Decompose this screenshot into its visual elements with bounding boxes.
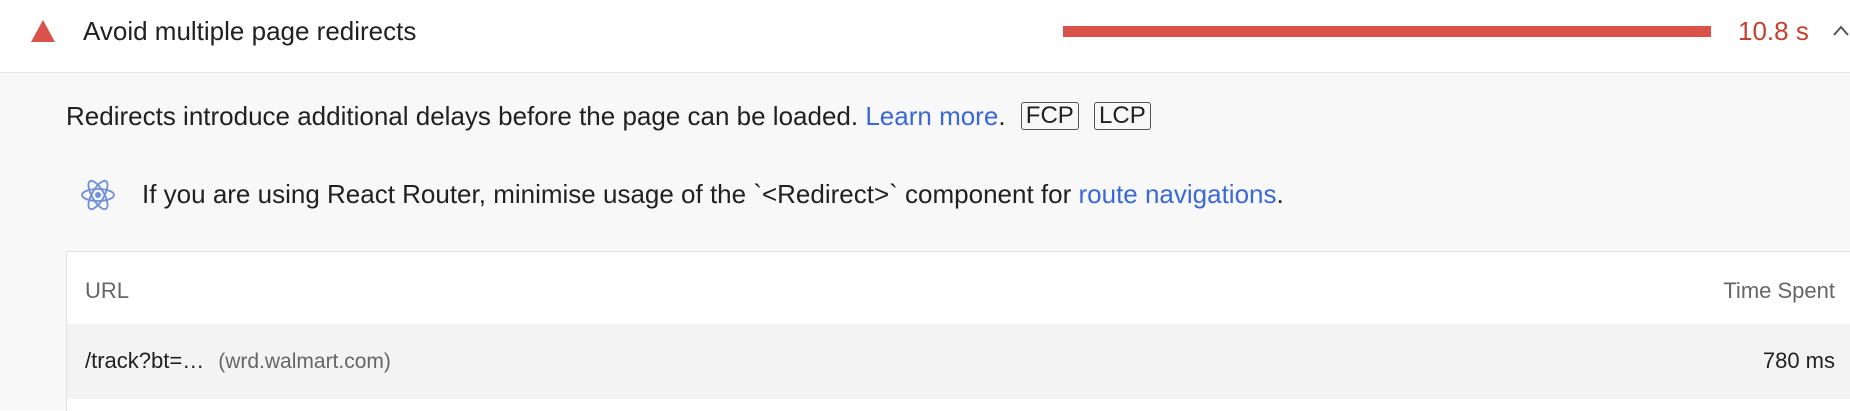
metric-tag-fcp: FCP <box>1020 102 1079 130</box>
column-header-url: URL <box>85 278 130 303</box>
metric-value: 10.8 s <box>1738 16 1809 46</box>
column-header-time-spent: Time Spent <box>1723 278 1835 303</box>
time-spent-cell: 780 ms <box>1762 348 1835 373</box>
audit-body: Redirects introduce additional delays be… <box>0 73 1850 411</box>
metric-tag-lcp: LCP <box>1094 102 1151 130</box>
metric-bar <box>1063 26 1711 37</box>
warning-triangle-icon <box>31 20 55 42</box>
audit-header[interactable]: Avoid multiple page redirects 10.8 s <box>0 0 1850 73</box>
route-navigations-link[interactable]: route navigations <box>1078 179 1276 209</box>
stack-pack-tip: If you are using React Router, minimise … <box>142 177 1284 211</box>
table-row: /track?bt=… (wrd.walmart.com) 780 ms <box>67 324 1850 399</box>
audit-description: Redirects introduce additional delays be… <box>66 99 1151 133</box>
tip-text: If you are using React Router, minimise … <box>142 179 1072 209</box>
url-path: /track?bt=… <box>85 348 205 373</box>
description-text: Redirects introduce additional delays be… <box>66 101 859 131</box>
table-header: URL Time Spent <box>67 252 1850 324</box>
learn-more-link[interactable]: Learn more <box>865 101 998 131</box>
audit-title: Avoid multiple page redirects <box>83 16 417 46</box>
redirects-table: URL Time Spent /track?bt=… (wrd.walmart.c… <box>66 251 1850 411</box>
url-host: (wrd.walmart.com) <box>218 350 391 373</box>
url-cell: /track?bt=… (wrd.walmart.com) <box>85 348 391 374</box>
tip-suffix: . <box>1276 179 1284 209</box>
react-icon <box>81 179 115 211</box>
description-suffix: . <box>998 101 1006 131</box>
chevron-up-icon[interactable] <box>1832 22 1850 40</box>
